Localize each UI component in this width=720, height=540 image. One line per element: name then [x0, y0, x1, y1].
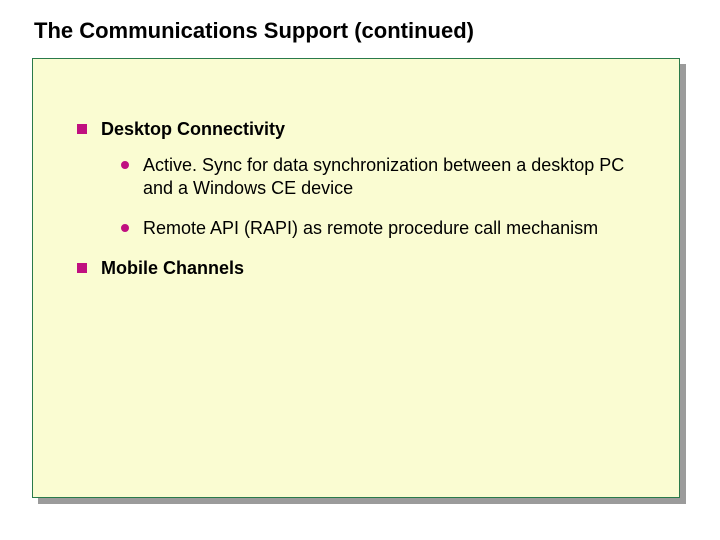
list-item: Mobile Channels: [77, 258, 649, 279]
square-bullet-icon: [77, 124, 87, 134]
subitem-text: Active. Sync for data synchronization be…: [143, 154, 649, 199]
list-item: Remote API (RAPI) as remote procedure ca…: [121, 217, 649, 240]
list-item: Active. Sync for data synchronization be…: [121, 154, 649, 199]
content-area: Desktop Connectivity Active. Sync for da…: [33, 59, 679, 313]
list-item: Desktop Connectivity: [77, 119, 649, 140]
subitem-text: Remote API (RAPI) as remote procedure ca…: [143, 217, 598, 240]
section-heading: Desktop Connectivity: [101, 119, 285, 140]
round-bullet-icon: [121, 161, 129, 169]
round-bullet-icon: [121, 224, 129, 232]
section-heading: Mobile Channels: [101, 258, 244, 279]
sublist: Active. Sync for data synchronization be…: [121, 154, 649, 240]
square-bullet-icon: [77, 263, 87, 273]
slide-title: The Communications Support (continued): [34, 18, 692, 44]
content-panel: Desktop Connectivity Active. Sync for da…: [32, 58, 680, 498]
